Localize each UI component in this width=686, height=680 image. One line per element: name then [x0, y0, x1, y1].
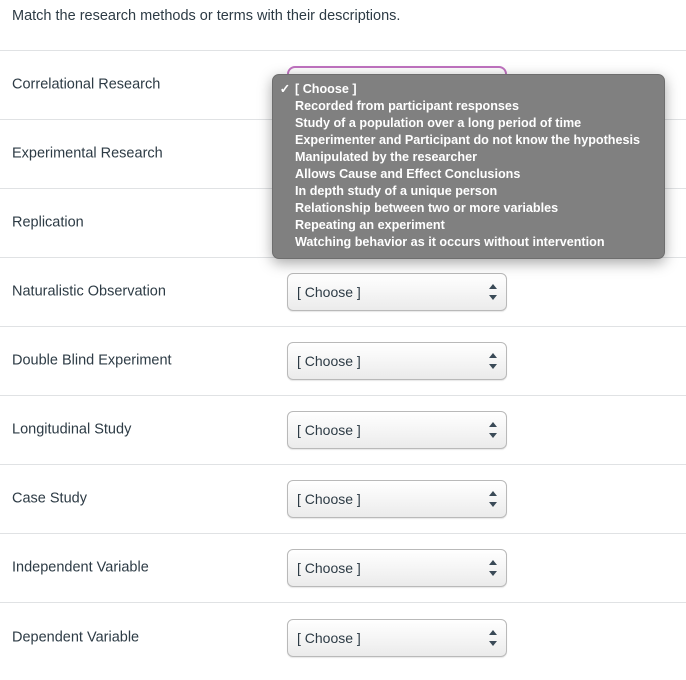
dropdown-option-label: Relationship between two or more variabl… [295, 201, 559, 215]
dropdown-option[interactable]: Watching behavior as it occurs without i… [273, 234, 664, 251]
match-term-label: Experimental Research [12, 145, 163, 162]
dropdown-option-label: Allows Cause and Effect Conclusions [295, 167, 521, 181]
dropdown-option[interactable]: Recorded from participant responses [273, 98, 664, 115]
dropdown-option[interactable]: In depth study of a unique person [273, 183, 664, 200]
match-row: Case Study [ Choose ] [0, 465, 686, 534]
match-term-label: Independent Variable [12, 559, 149, 576]
match-row: Naturalistic Observation [ Choose ] [0, 258, 686, 327]
match-row: Double Blind Experiment [ Choose ] [0, 327, 686, 396]
dropdown-option[interactable]: Study of a population over a long period… [273, 115, 664, 132]
match-answer-select[interactable]: [ Choose ] [287, 618, 507, 657]
dropdown-option-label: Manipulated by the researcher [295, 150, 477, 164]
dropdown-option[interactable]: Allows Cause and Effect Conclusions [273, 166, 664, 183]
checkmark-icon: ✓ [279, 82, 291, 96]
select-updown-arrows-icon [489, 352, 498, 370]
match-answer-select-wrapper: [ Choose ] [287, 480, 507, 518]
select-updown-arrows-icon [489, 559, 498, 577]
select-updown-arrows-icon [489, 421, 498, 439]
dropdown-option[interactable]: Relationship between two or more variabl… [273, 200, 664, 217]
select-updown-arrows-icon [489, 283, 498, 301]
select-updown-arrows-icon [489, 490, 498, 508]
match-term-label: Double Blind Experiment [12, 352, 172, 369]
quiz-prompt: Match the research methods or terms with… [12, 8, 401, 24]
dropdown-option-label: [ Choose ] [295, 82, 357, 96]
dropdown-option[interactable]: Repeating an experiment [273, 217, 664, 234]
dropdown-option-label: Experimenter and Participant do not know… [295, 133, 640, 147]
match-answer-selected-value: [ Choose ] [297, 284, 361, 300]
dropdown-option[interactable]: Manipulated by the researcher [273, 149, 664, 166]
choose-dropdown-menu[interactable]: ✓ [ Choose ] Recorded from participant res… [272, 74, 665, 259]
match-term-label: Dependent Variable [12, 629, 140, 645]
match-answer-select[interactable]: [ Choose ] [287, 549, 507, 587]
match-answer-select[interactable]: [ Choose ] [287, 342, 507, 380]
match-answer-selected-value: [ Choose ] [297, 491, 361, 507]
select-updown-arrows-icon [489, 629, 498, 647]
dropdown-option-label: Recorded from participant responses [295, 99, 519, 113]
match-answer-selected-value: [ Choose ] [297, 353, 361, 369]
match-answer-selected-value: [ Choose ] [297, 422, 361, 438]
match-term-label: Replication [12, 214, 84, 231]
match-answer-selected-value: [ Choose ] [297, 560, 361, 576]
dropdown-option[interactable]: ✓ [ Choose ] [273, 81, 664, 98]
match-row: Independent Variable [ Choose ] [0, 534, 686, 603]
dropdown-option[interactable]: Experimenter and Participant do not know… [273, 132, 664, 149]
match-term-label: Correlational Research [12, 76, 161, 93]
dropdown-option-label: Watching behavior as it occurs without i… [295, 235, 605, 249]
match-term-label: Case Study [12, 490, 87, 507]
match-answer-select-wrapper: [ Choose ] [287, 342, 507, 380]
match-term-label: Longitudinal Study [12, 421, 132, 438]
dropdown-option-label: Study of a population over a long period… [295, 116, 582, 130]
match-answer-select[interactable]: [ Choose ] [287, 273, 507, 311]
match-answer-select-wrapper: [ Choose ] [287, 273, 507, 311]
dropdown-option-label: In depth study of a unique person [295, 184, 498, 198]
match-answer-select-wrapper: [ Choose ] [287, 411, 507, 449]
match-answer-selected-value: [ Choose ] [297, 629, 361, 646]
match-row: Dependent Variable [ Choose ] [0, 603, 686, 672]
match-answer-select-wrapper: [ Choose ] [287, 549, 507, 587]
match-term-label: Naturalistic Observation [12, 283, 166, 300]
dropdown-option-label: Repeating an experiment [295, 218, 445, 232]
match-row: Longitudinal Study [ Choose ] [0, 396, 686, 465]
match-answer-select[interactable]: [ Choose ] [287, 480, 507, 518]
match-answer-select-wrapper: [ Choose ] [287, 618, 507, 657]
match-answer-select[interactable]: [ Choose ] [287, 411, 507, 449]
